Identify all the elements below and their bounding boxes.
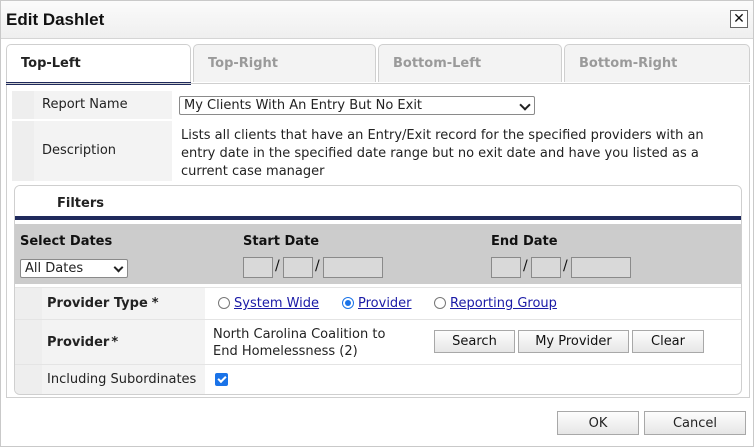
report-name-label: Report Name	[34, 91, 172, 119]
required-marker: *	[151, 296, 159, 311]
tab-top-left[interactable]: Top-Left	[6, 44, 191, 86]
start-date-month-input[interactable]	[243, 257, 273, 278]
row-gutter	[12, 121, 34, 181]
radio-provider[interactable]	[342, 297, 354, 309]
cancel-button[interactable]: Cancel	[644, 411, 746, 435]
end-date-year-input[interactable]	[571, 257, 631, 278]
chevron-down-icon	[113, 262, 124, 273]
start-date-year-input[interactable]	[323, 257, 383, 278]
end-date-day-input[interactable]	[531, 257, 561, 278]
select-dates-dropdown[interactable]: All Dates	[20, 259, 128, 278]
description-label: Description	[34, 121, 172, 181]
radio-system-wide[interactable]	[218, 297, 230, 309]
report-description: Lists all clients that have an Entry/Exi…	[181, 128, 704, 179]
close-icon: ✕	[733, 11, 745, 27]
provider-label-cell: Provider *	[42, 320, 205, 364]
select-dates-label: Select Dates	[20, 234, 113, 249]
subordinates-row: Including Subordinates	[15, 364, 741, 394]
provider-label: Provider	[47, 334, 110, 350]
report-name-select[interactable]: My Clients With An Entry But No Exit	[179, 96, 535, 115]
start-date-day-input[interactable]	[283, 257, 313, 278]
ok-button[interactable]: OK	[557, 411, 639, 435]
search-button[interactable]: Search	[434, 330, 515, 353]
date-separator: /	[563, 258, 568, 274]
tab-bar: Top-Left Top-Right Bottom-Left Bottom-Ri…	[6, 44, 750, 86]
required-marker: *	[111, 334, 119, 350]
date-selection-band: Select Dates Start Date End Date All Dat…	[15, 224, 741, 284]
radio-provider-label[interactable]: Provider	[358, 296, 412, 311]
row-gutter	[15, 320, 42, 364]
end-date-label: End Date	[491, 234, 558, 249]
row-gutter	[12, 91, 34, 119]
row-gutter	[15, 288, 42, 319]
tab-divider	[6, 83, 750, 84]
provider-type-row: Provider Type * System Wide Provider Rep…	[15, 287, 741, 319]
provider-type-label-cell: Provider Type *	[42, 288, 205, 319]
my-provider-button[interactable]: My Provider	[518, 330, 629, 353]
radio-reporting-group-label[interactable]: Reporting Group	[450, 296, 557, 311]
select-dates-value: All Dates	[25, 261, 84, 276]
start-date-label: Start Date	[243, 234, 320, 249]
date-separator: /	[523, 258, 528, 274]
filters-section: Filters Select Dates Start Date End Date…	[14, 185, 742, 395]
provider-row: Provider * North Carolina Coalition to E…	[15, 319, 741, 364]
dialog-title: Edit Dashlet	[6, 10, 105, 29]
including-subordinates-checkbox[interactable]	[215, 373, 228, 386]
row-gutter	[15, 365, 42, 394]
filters-title: Filters	[57, 196, 104, 211]
close-button[interactable]: ✕	[730, 10, 748, 28]
clear-button[interactable]: Clear	[632, 330, 704, 353]
tab-panel-top-left: Report Name My Clients With An Entry But…	[6, 85, 750, 398]
edit-dashlet-dialog: Edit Dashlet ✕ Top-Left Top-Right Bottom…	[0, 0, 754, 447]
radio-system-wide-label[interactable]: System Wide	[234, 296, 319, 311]
report-name-value: My Clients With An Entry But No Exit	[184, 98, 423, 113]
provider-type-label: Provider Type	[47, 296, 148, 311]
date-separator: /	[275, 258, 280, 274]
date-separator: /	[315, 258, 320, 274]
radio-reporting-group[interactable]	[434, 297, 446, 309]
provider-value-line2: End Homelessness (2)	[213, 344, 358, 359]
provider-value-line1: North Carolina Coalition to	[213, 327, 386, 342]
tab-bottom-right[interactable]: Bottom-Right	[564, 44, 750, 82]
chevron-down-icon	[519, 99, 531, 111]
filters-header: Filters	[15, 186, 741, 220]
tab-bottom-left[interactable]: Bottom-Left	[378, 44, 562, 82]
end-date-month-input[interactable]	[491, 257, 521, 278]
tab-top-right[interactable]: Top-Right	[193, 44, 376, 82]
provider-value: North Carolina Coalition to End Homeless…	[213, 326, 385, 360]
dialog-titlebar: Edit Dashlet ✕	[1, 1, 753, 39]
subordinates-label: Including Subordinates	[42, 365, 205, 394]
